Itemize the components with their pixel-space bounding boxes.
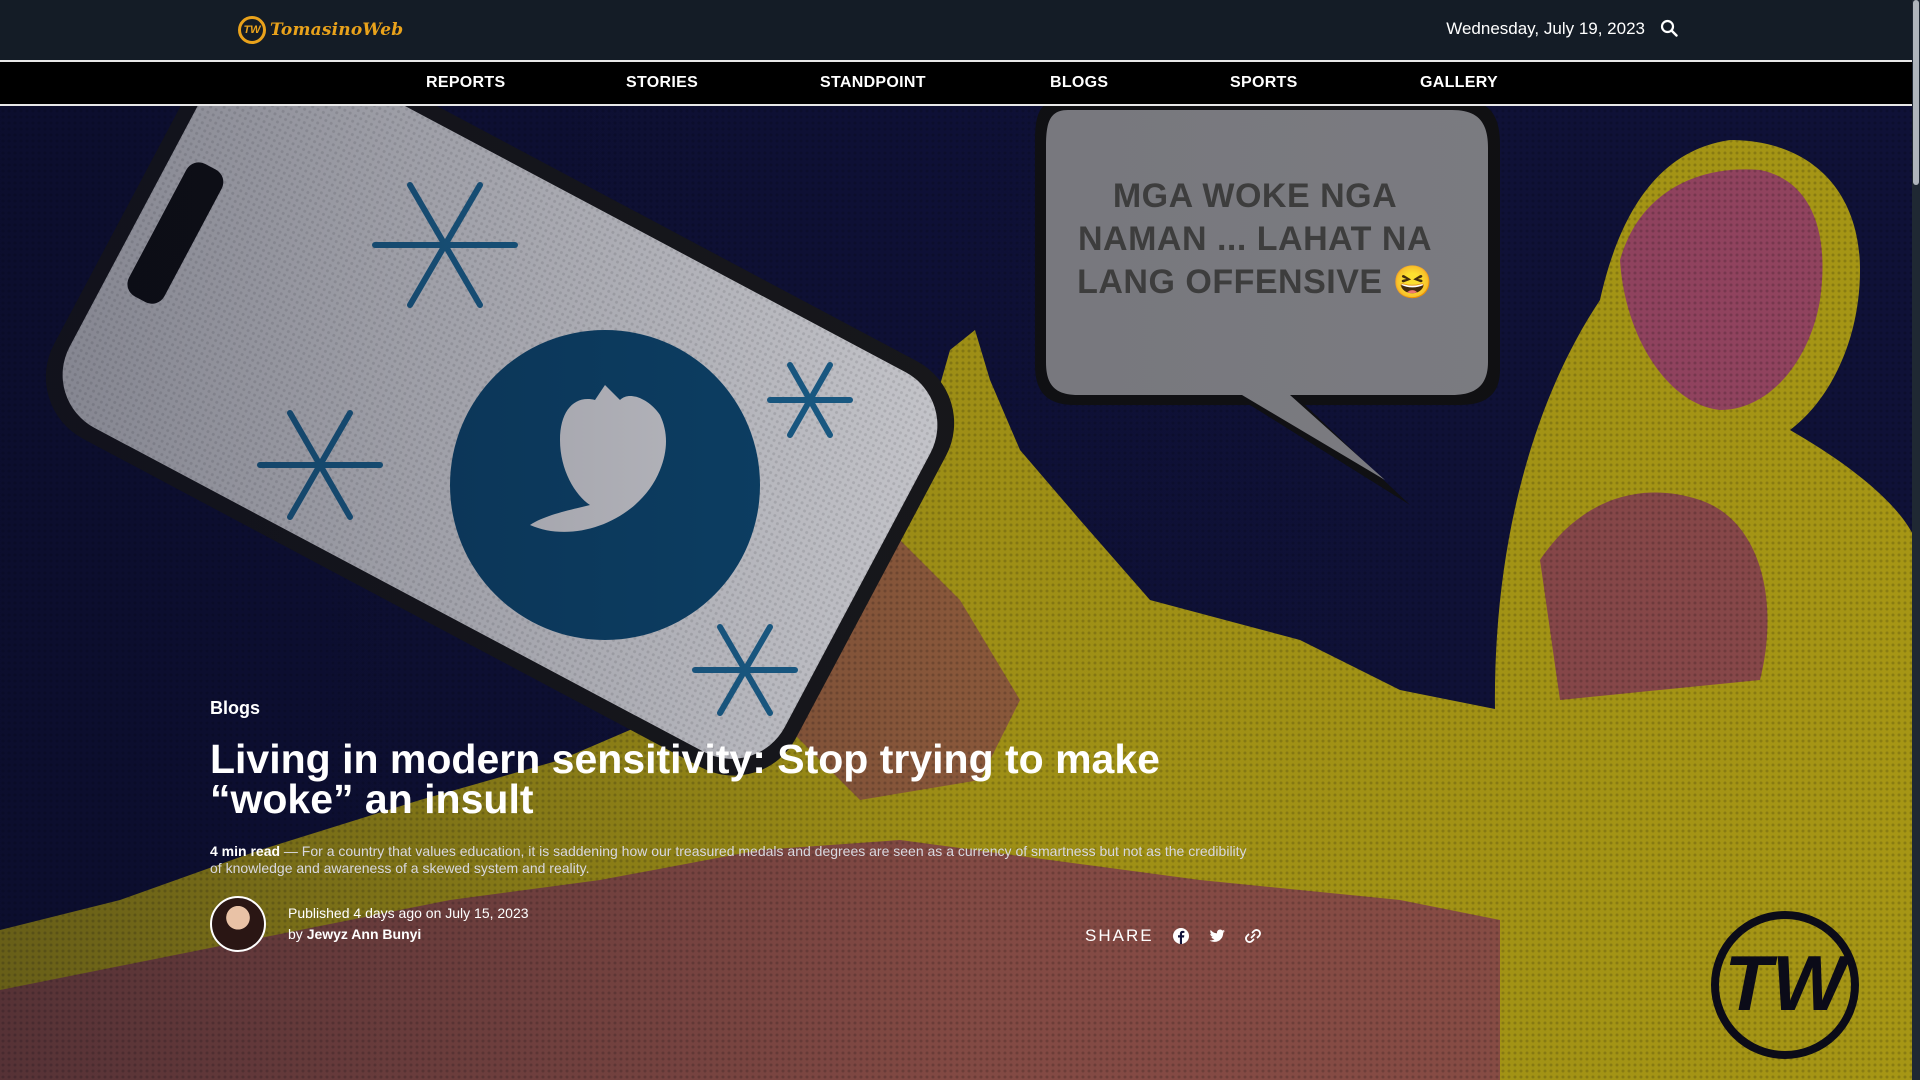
- article-category[interactable]: Blogs: [210, 698, 1250, 719]
- author-avatar[interactable]: [210, 896, 266, 952]
- current-date: Wednesday, July 19, 2023: [1446, 19, 1645, 38]
- page-scrollbar[interactable]: [1912, 0, 1920, 1080]
- laughing-emoji-icon: 😆: [1392, 264, 1433, 300]
- top-bar: TW TomasinoWeb Wednesday, July 19, 2023: [0, 0, 1920, 62]
- read-time: 4 min read: [210, 843, 281, 859]
- nav-item-gallery[interactable]: GALLERY: [1420, 74, 1498, 92]
- share-bar: SHARE: [1085, 926, 1262, 946]
- article-header: Blogs Living in modern sensitivity: Stop…: [210, 698, 1250, 877]
- share-label: SHARE: [1085, 926, 1154, 945]
- search-button[interactable]: [1660, 19, 1682, 41]
- site-logo[interactable]: TW TomasinoWeb: [238, 14, 403, 46]
- nav-item-reports[interactable]: REPORTS: [426, 74, 505, 92]
- svg-text:TW: TW: [1724, 939, 1852, 1027]
- search-icon: [1660, 19, 1678, 37]
- published-date: July 15, 2023: [445, 905, 529, 921]
- nav-item-standpoint[interactable]: STANDPOINT: [820, 74, 926, 92]
- excerpt-text: — For a country that values education, i…: [210, 843, 1247, 876]
- byline: Published 4 days ago on July 15, 2023 by…: [288, 905, 529, 942]
- article-title: Living in modern sensitivity: Stop tryin…: [210, 736, 1160, 822]
- tw-logo-icon: TW: [238, 16, 266, 44]
- nav-item-stories[interactable]: STORIES: [626, 74, 698, 92]
- bubble-line: NAMAN ... LAHAT NA: [1078, 220, 1432, 258]
- article-excerpt: 4 min read — For a country that values e…: [210, 843, 1250, 877]
- bubble-line: LANG OFFENSIVE 😆: [1077, 263, 1433, 301]
- speech-bubble-text: MGA WOKE NGA NAMAN ... LAHAT NA LANG OFF…: [1065, 175, 1445, 304]
- scrollbar-thumb[interactable]: [1913, 0, 1919, 185]
- facebook-icon[interactable]: [1172, 927, 1190, 945]
- tw-watermark-icon: TW: [1711, 911, 1859, 1059]
- bubble-line: MGA WOKE NGA: [1112, 177, 1398, 215]
- site-logo-text: TomasinoWeb: [270, 20, 404, 40]
- nav-item-sports[interactable]: SPORTS: [1230, 74, 1298, 92]
- link-icon[interactable]: [1244, 927, 1262, 945]
- article-meta: Published 4 days ago on July 15, 2023 by…: [210, 896, 529, 952]
- nav-item-blogs[interactable]: BLOGS: [1050, 74, 1108, 92]
- author-name[interactable]: Jewyz Ann Bunyi: [307, 926, 422, 942]
- published-ago: 4 days ago: [353, 905, 422, 921]
- twitter-icon[interactable]: [1208, 927, 1226, 945]
- main-nav: REPORTS STORIES STANDPOINT BLOGS SPORTS …: [0, 62, 1920, 106]
